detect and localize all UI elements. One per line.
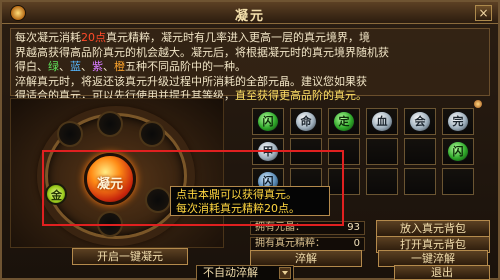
tooltip-line-1: 点击本鼎可以获得真元。 [176, 188, 297, 201]
element-slot[interactable] [97, 111, 123, 137]
close-button[interactable]: × [475, 5, 492, 21]
description-line-1: 每次凝元消耗20点真元精粹，凝元时有几率进入更高一层的真元境界，境 [15, 31, 370, 44]
owned-essence-value: 0 [353, 238, 360, 249]
auto-quench-select-value: 不自动淬解 [203, 266, 258, 279]
zhenyuan-gem-icon[interactable]: 定 [333, 111, 355, 132]
exit-button[interactable]: 退出 [394, 265, 490, 280]
element-slot[interactable] [139, 121, 165, 147]
grid-cell[interactable] [442, 168, 474, 195]
one-click-condense-button[interactable]: 开启一键凝元 [72, 248, 188, 265]
cauldron-tooltip: 点击本鼎可以获得真元。 每次消耗真元精粹20点。 [170, 186, 330, 216]
grid-cell[interactable]: 定 [328, 108, 360, 135]
chevron-down-icon[interactable] [279, 267, 291, 279]
zhenyuan-gem-icon[interactable]: 闪 [447, 141, 469, 162]
grid-cell[interactable]: 闪 [442, 138, 474, 165]
description-line-4: 淬解真元时，将返还该真元升级过程中所消耗的全部元晶。建议您如果获 [15, 74, 367, 88]
window-title: 凝元 [234, 9, 265, 24]
description-line-3: 得白、绿、蓝、紫、橙五种不同品阶中的一种。 [15, 60, 246, 73]
description-panel: 每次凝元消耗20点真元精粹，凝元时有几率进入更高一层的真元境界，境 界越高获得高… [10, 28, 490, 102]
zhenyuan-gem-icon[interactable]: 会 [409, 111, 431, 132]
description-line-2: 界越高获得高品阶真元的机会越大。凝元后，将根据凝元时的真元境界随机获 [15, 45, 389, 59]
auto-quench-select[interactable]: 不自动淬解 [196, 265, 294, 280]
grid-cell[interactable] [366, 168, 398, 195]
condense-window: 凝元 × 每次凝元消耗20点真元精粹，凝元时有几率进入更高一层的真元境界，境 界… [0, 0, 500, 280]
owned-yuanjing-value: 93 [347, 222, 360, 233]
window-emblem-icon [10, 5, 26, 21]
put-in-pack-button[interactable]: 放入真元背包 [376, 220, 490, 237]
grid-cell[interactable]: 完 [442, 108, 474, 135]
grid-cell[interactable]: 命 [290, 108, 322, 135]
element-slot[interactable] [57, 121, 83, 147]
tooltip-line-2: 每次消耗真元精粹20点。 [176, 202, 300, 215]
zhenyuan-gem-icon[interactable]: 命 [295, 111, 317, 132]
zhenyuan-gem-icon[interactable]: 闪 [257, 111, 279, 132]
grid-cell[interactable] [366, 138, 398, 165]
owned-essence-label: 拥有真元精粹： [255, 238, 325, 249]
title-bar: 凝元 × [2, 2, 498, 24]
grid-cell[interactable] [404, 168, 436, 195]
orb-indicator-icon [474, 100, 482, 108]
zhenyuan-gem-icon[interactable]: 血 [371, 111, 393, 132]
zhenyuan-gem-icon[interactable]: 完 [447, 111, 469, 132]
grid-cell[interactable]: 闪 [252, 108, 284, 135]
grid-cell[interactable]: 会 [404, 108, 436, 135]
owned-essence-row: 拥有真元精粹： 0 [250, 237, 365, 251]
grid-cell[interactable]: 血 [366, 108, 398, 135]
grid-cell[interactable] [404, 138, 436, 165]
